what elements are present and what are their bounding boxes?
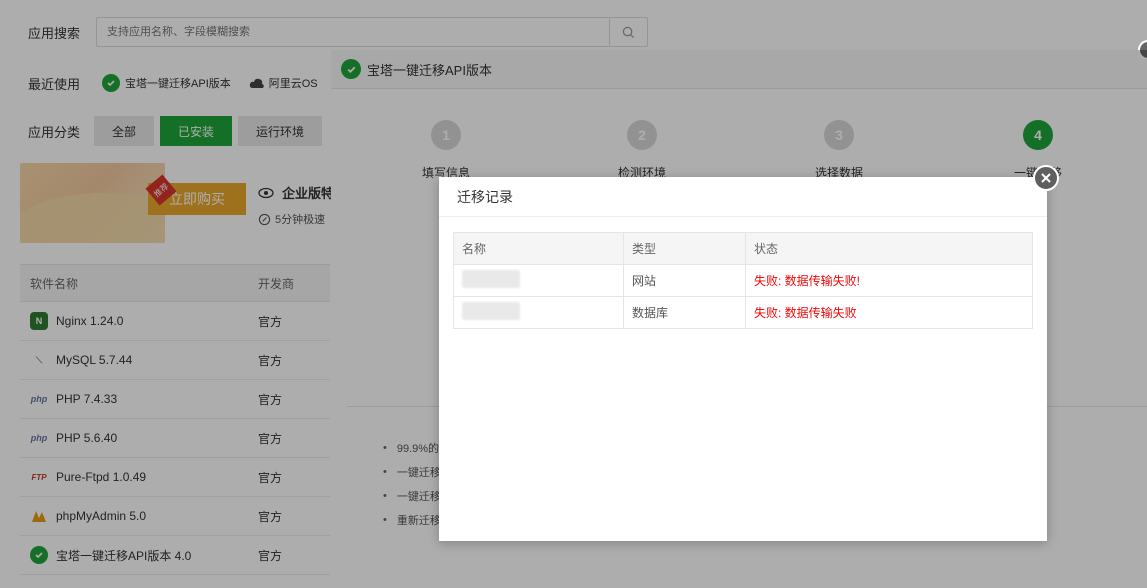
modal-close-button[interactable] <box>1033 165 1059 191</box>
col-type: 类型 <box>623 232 746 265</box>
record-name <box>453 264 624 297</box>
record-type: 网站 <box>623 264 746 297</box>
migration-record-modal: 迁移记录 名称 类型 状态 网站 失败: 数据传输失败! 数据库 失败: 数据传… <box>439 165 1059 541</box>
record-table: 名称 类型 状态 网站 失败: 数据传输失败! 数据库 失败: 数据传输失败 <box>453 232 1033 329</box>
record-status: 失败: 数据传输失败! <box>745 264 1033 297</box>
col-status: 状态 <box>745 232 1033 265</box>
table-row: 数据库 失败: 数据传输失败 <box>453 296 1033 329</box>
table-row: 网站 失败: 数据传输失败! <box>453 264 1033 297</box>
redacted-name <box>462 302 520 320</box>
col-name: 名称 <box>453 232 624 265</box>
modal-title: 迁移记录 <box>439 177 1047 217</box>
record-type: 数据库 <box>623 296 746 329</box>
record-name <box>453 296 624 329</box>
record-status: 失败: 数据传输失败 <box>745 296 1033 329</box>
redacted-name <box>462 270 520 288</box>
close-icon <box>1041 173 1051 183</box>
record-header-row: 名称 类型 状态 <box>453 232 1033 265</box>
